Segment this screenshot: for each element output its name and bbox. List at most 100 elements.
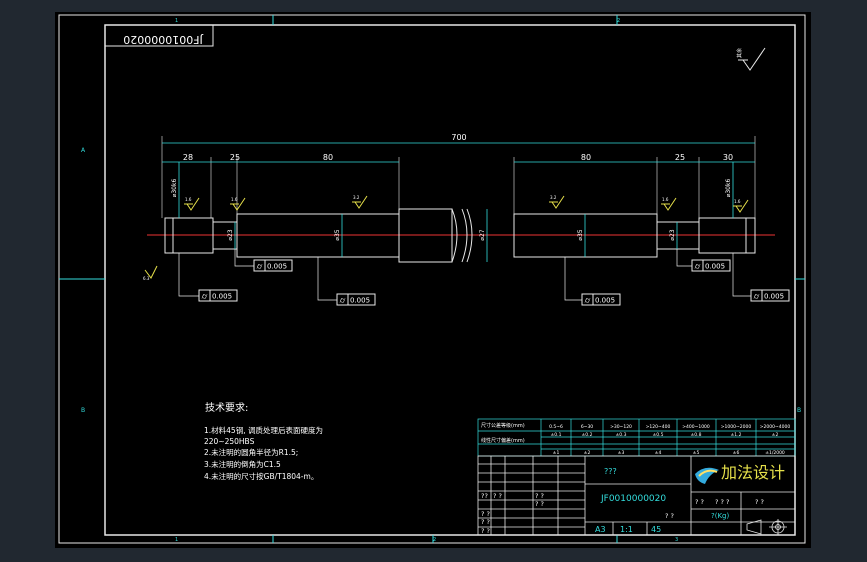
material: 45 (651, 525, 661, 534)
dim-dia-left-journal: ⌀30k6 (171, 179, 178, 198)
svg-text:±0.5: ±0.5 (653, 432, 664, 438)
dim-dia-right-journal: ⌀30k6 (725, 179, 732, 198)
dim-dia-1: ⌀23 (227, 229, 234, 240)
svg-text:±5: ±5 (693, 450, 700, 456)
svg-text:? ?: ? ? (481, 518, 490, 526)
svg-text:? ?: ? ? (535, 500, 544, 508)
drawing-sheet: 1 2 1 2 3 A B B JF0010000020 其余 700 28 2… (55, 12, 811, 548)
svg-text:0.005: 0.005 (705, 263, 725, 271)
tolerance-frame: ⌭ 0.005 (581, 293, 621, 306)
projection-symbol (746, 519, 787, 535)
tol-table-label: 线性尺寸偏差(mm) (481, 437, 525, 444)
roughness-symbol: 6.3 (143, 265, 158, 281)
svg-text:⌭: ⌭ (585, 296, 591, 305)
tech-requirements: 技术要求: 1.材料45钢, 调质处理后表面硬度为 220~250HBS 2.未… (204, 401, 323, 481)
dim-left-3: 80 (323, 153, 333, 162)
svg-text:0.005: 0.005 (267, 263, 287, 271)
svg-text:1.6: 1.6 (185, 197, 192, 202)
dim-dia-3: ⌀27 (479, 229, 486, 240)
tolerance-frame: ⌭ 0.005 (253, 259, 293, 272)
dimension-lines (162, 142, 755, 262)
svg-text:0.005: 0.005 (212, 293, 232, 301)
zone-mark: 1 (175, 537, 178, 543)
svg-text:0.005: 0.005 (764, 293, 784, 301)
svg-text:1.6: 1.6 (734, 199, 741, 204)
svg-text:>30~120: >30~120 (610, 424, 632, 430)
roughness-symbol: 1.6 (184, 197, 200, 211)
dim-dia-2: ⌀35 (334, 229, 341, 240)
svg-text:±1: ±1 (553, 450, 560, 456)
zone-mark: 2 (433, 537, 436, 543)
svg-text:? ?: ? ? (665, 512, 674, 520)
svg-text:??: ?? (481, 492, 488, 500)
roughness-symbol: 3.2 (549, 195, 565, 209)
svg-text:±1.2: ±1.2 (731, 432, 742, 438)
svg-text:±0.2: ±0.2 (582, 432, 593, 438)
svg-text:0.5~6: 0.5~6 (549, 424, 563, 430)
svg-text:0.005: 0.005 (595, 297, 615, 305)
svg-text:±2: ±2 (584, 450, 591, 456)
shaft-drawing: 1 2 1 2 3 A B B JF0010000020 其余 700 28 2… (58, 14, 806, 544)
roughness-others-symbol: 其余 (736, 47, 766, 71)
tech-heading: 技术要求: (205, 401, 248, 414)
outer-frame (58, 14, 806, 544)
tolerance-frame: ⌭ 0.005 (750, 289, 790, 302)
svg-text:⌭: ⌭ (340, 296, 346, 305)
roughness-symbol: 3.2 (352, 195, 368, 209)
dim-right-2: 25 (675, 153, 685, 162)
inner-frame (104, 24, 796, 536)
zone-mark: B (81, 407, 85, 414)
svg-text:? ?: ? ? (755, 498, 764, 506)
svg-text:>400~1000: >400~1000 (682, 424, 710, 430)
tol-table-label: 尺寸公差等级(mm) (481, 422, 525, 429)
scale-ratio: 1:1 (620, 525, 633, 534)
company-logo: 加法设计 (695, 463, 785, 484)
zone-mark: 1 (175, 18, 178, 24)
tech-line: 1.材料45钢, 调质处理后表面硬度为 (204, 425, 323, 435)
dim-left-2: 25 (230, 153, 240, 162)
roughness-symbol: 1.6 (661, 197, 677, 211)
tech-line: 4.未注明的尺寸按GB/T1804-m。 (204, 471, 318, 481)
svg-text:3.2: 3.2 (353, 195, 360, 200)
svg-text:±0.1: ±0.1 (551, 432, 562, 438)
part-name: ??? (604, 467, 617, 476)
svg-text:>2000~4000: >2000~4000 (760, 424, 791, 430)
dim-right-1: 80 (581, 153, 591, 162)
svg-text:±1/2000: ±1/2000 (765, 450, 785, 456)
zone-mark: A (81, 147, 86, 154)
svg-text:其余: 其余 (736, 48, 743, 58)
svg-text:⌭: ⌭ (257, 262, 263, 271)
svg-text:? ?: ? ? (481, 510, 490, 518)
svg-text:6.3: 6.3 (143, 276, 150, 281)
weight-label: ?(Kg) (711, 512, 729, 520)
dim-dia-4: ⌀35 (577, 229, 584, 240)
svg-text:>120~400: >120~400 (646, 424, 671, 430)
tolerance-frame: ⌭ 0.005 (198, 289, 238, 302)
zone-mark: 3 (675, 537, 678, 543)
svg-text:? ?: ? ? (535, 492, 544, 500)
svg-text:>1000~2000: >1000~2000 (721, 424, 752, 430)
svg-text:±2: ±2 (772, 432, 779, 438)
tolerance-frame: ⌭ 0.005 (691, 259, 731, 272)
svg-text:1.6: 1.6 (662, 197, 669, 202)
extension-lines (161, 136, 756, 218)
zone-ticks (59, 15, 805, 543)
drawing-number: JF0010000020 (600, 494, 666, 504)
dim-overall: 700 (451, 133, 466, 142)
tech-line: 2.未注明的圆角半径为R1.5; (204, 447, 298, 457)
svg-text:3.2: 3.2 (550, 195, 557, 200)
svg-text:⌭: ⌭ (695, 262, 701, 271)
svg-text:? ?: ? ? (481, 527, 490, 535)
sheet-size: A3 (595, 525, 606, 534)
tolerance-frame: ⌭ 0.005 (336, 293, 376, 306)
svg-text:⌭: ⌭ (202, 292, 208, 301)
tech-line: 3.未注明的倒角为C1.5 (204, 459, 281, 469)
zone-mark: 2 (617, 18, 620, 24)
dim-left-1: 28 (183, 153, 193, 162)
svg-text:⌭: ⌭ (754, 292, 760, 301)
logo-text: 加法设计 (721, 463, 785, 482)
svg-text:±0.8: ±0.8 (691, 432, 702, 438)
svg-text:6~30: 6~30 (581, 424, 593, 430)
svg-text:1.6: 1.6 (231, 197, 238, 202)
dim-dia-5: ⌀23 (669, 229, 676, 240)
